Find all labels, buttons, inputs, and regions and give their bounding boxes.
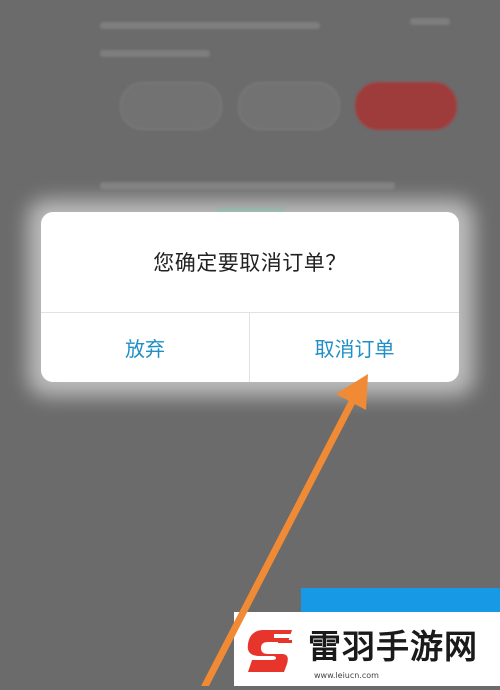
abandon-button[interactable]: 放弃 (41, 313, 249, 382)
watermark-url: www.leiucn.com (314, 671, 379, 680)
watermark-logo-icon (234, 612, 306, 686)
background-button-primary (355, 82, 457, 130)
background-button (238, 82, 340, 130)
background-text-line (410, 18, 450, 25)
watermark-title: 雷羽手游网 (308, 627, 478, 666)
cancel-order-button[interactable]: 取消订单 (250, 313, 459, 382)
dialog-message: 您确定要取消订单？ (153, 251, 347, 275)
background-text-line (100, 182, 395, 189)
background-button (120, 82, 222, 130)
background-text-line (100, 50, 210, 57)
cancel-order-dialog: 您确定要取消订单？ 放弃 取消订单 (41, 212, 459, 382)
background-text-line (100, 22, 320, 29)
